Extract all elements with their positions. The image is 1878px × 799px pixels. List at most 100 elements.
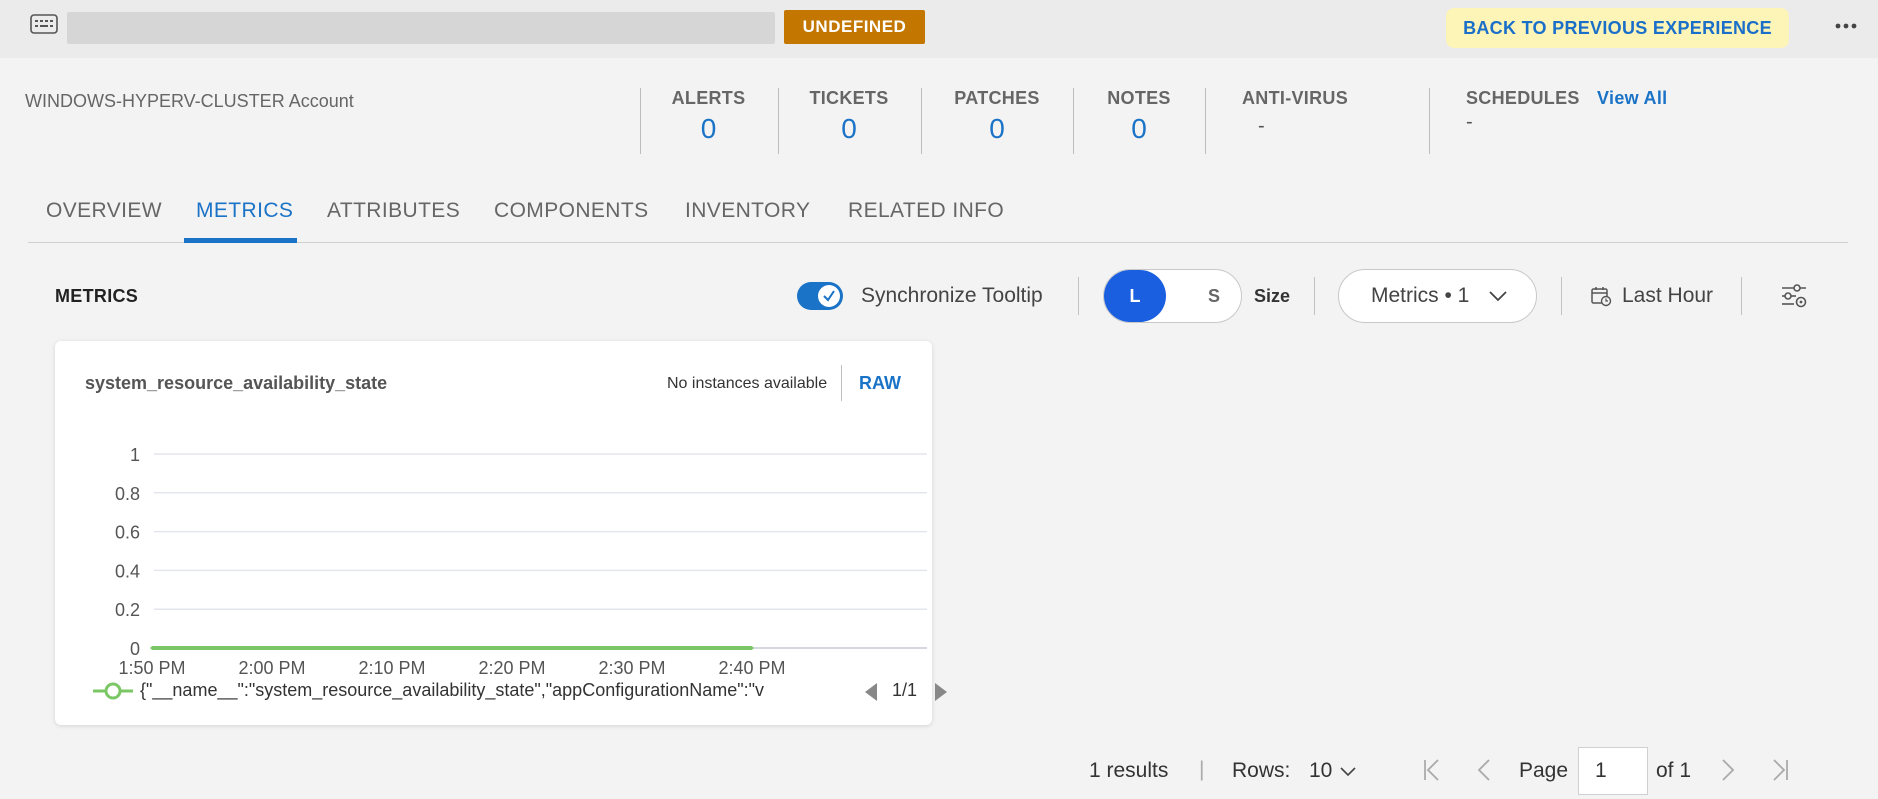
previous-page-icon[interactable] xyxy=(1474,757,1494,783)
legend-next-icon[interactable] xyxy=(933,682,949,702)
rows-per-page-value: 10 xyxy=(1309,759,1333,782)
legend-prev-icon[interactable] xyxy=(863,682,879,702)
synchronize-tooltip-label: Synchronize Tooltip xyxy=(861,284,1043,307)
synchronize-tooltip-toggle[interactable] xyxy=(797,282,843,310)
x-tick-label: 2:20 PM xyxy=(478,658,545,678)
metric-card-title: system_resource_availability_state xyxy=(85,373,388,393)
toolbar-divider xyxy=(1741,277,1742,315)
device-name-placeholder xyxy=(67,12,775,44)
active-tab-indicator xyxy=(184,238,297,243)
page-label: Page xyxy=(1519,759,1569,782)
keyboard-device-icon xyxy=(30,14,58,34)
x-tick-label: 2:00 PM xyxy=(238,658,305,678)
stat-divider xyxy=(921,88,922,154)
legend-page-indicator: 1/1 xyxy=(892,680,918,700)
stat-tickets-label: TICKETS xyxy=(809,88,889,108)
stat-divider xyxy=(1205,88,1206,154)
size-label: Size xyxy=(1254,286,1291,306)
series-point xyxy=(390,646,394,650)
stat-schedules-value: - xyxy=(1466,111,1473,133)
y-tick-label: 0.4 xyxy=(115,561,140,581)
stat-divider xyxy=(640,88,641,154)
tab-metrics[interactable]: METRICS xyxy=(196,199,293,237)
time-range-selector[interactable]: Last Hour xyxy=(1590,284,1713,308)
y-tick-label: 0.2 xyxy=(115,600,140,620)
y-tick-label: 1 xyxy=(130,445,140,465)
chart-legend: {"__name__":"system_resource_availabilit… xyxy=(93,676,947,706)
x-tick-label: 2:10 PM xyxy=(358,658,425,678)
back-to-previous-experience-button[interactable]: BACK TO PREVIOUS EXPERIENCE xyxy=(1446,8,1789,48)
stat-schedules-label: SCHEDULES xyxy=(1466,88,1580,108)
time-range-value: Last Hour xyxy=(1622,284,1714,307)
next-page-icon[interactable] xyxy=(1718,757,1738,783)
stat-tickets[interactable]: TICKETS 0 xyxy=(800,88,898,145)
card-divider xyxy=(841,365,842,401)
series-point xyxy=(750,646,754,650)
stat-patches-value: 0 xyxy=(989,113,1005,144)
y-tick-label: 0.6 xyxy=(115,523,140,543)
metrics-section-title: METRICS xyxy=(55,286,139,306)
last-page-icon[interactable] xyxy=(1768,757,1792,783)
metrics-dropdown[interactable]: Metrics • 1 xyxy=(1338,269,1537,323)
x-tick-label: 2:30 PM xyxy=(598,658,665,678)
stat-divider xyxy=(1429,88,1430,154)
stat-tickets-value: 0 xyxy=(841,113,857,144)
toolbar-divider xyxy=(1561,277,1562,315)
tab-bar: OVERVIEW METRICS ATTRIBUTES COMPONENTS I… xyxy=(28,193,1848,243)
status-badge: UNDEFINED xyxy=(784,10,925,44)
tab-related-info[interactable]: RELATED INFO xyxy=(848,199,1004,237)
metric-line-chart: 1 0.8 0.6 0.4 0.2 01:50 PM 2:00 PM 2:10 PM 2:20 … xyxy=(115,445,927,678)
page-total-label: of 1 xyxy=(1656,759,1692,782)
tab-attributes[interactable]: ATTRIBUTES xyxy=(327,199,460,237)
x-tick-label: 1:50 PM xyxy=(118,658,185,678)
toolbar-divider xyxy=(1314,277,1315,315)
stat-antivirus-value: - xyxy=(1258,115,1265,137)
results-count: 1 results xyxy=(1089,759,1169,782)
raw-button[interactable]: RAW xyxy=(859,373,901,394)
metrics-dropdown-value: Metrics • 1 xyxy=(1371,284,1470,307)
tab-overview[interactable]: OVERVIEW xyxy=(46,199,162,237)
stat-divider xyxy=(1073,88,1074,154)
check-icon xyxy=(823,290,835,302)
metric-card: system_resource_availability_state No in… xyxy=(55,341,947,725)
stat-patches[interactable]: PATCHES 0 xyxy=(946,88,1048,145)
size-toggle: L S xyxy=(1103,269,1242,323)
more-options-button[interactable] xyxy=(1828,8,1864,44)
stat-divider xyxy=(778,88,779,154)
stat-schedules: SCHEDULES View All - xyxy=(1466,88,1667,134)
calendar-clock-icon xyxy=(1591,287,1612,307)
y-tick-label: 0 xyxy=(130,639,140,659)
stat-alerts[interactable]: ALERTS 0 xyxy=(660,88,757,145)
stat-patches-label: PATCHES xyxy=(954,88,1040,108)
legend-series-label[interactable]: {"__name__":"system_resource_availabilit… xyxy=(140,680,820,701)
view-all-schedules-link[interactable]: View All xyxy=(1597,88,1667,108)
account-title: WINDOWS-HYPERV-CLUSTER Account xyxy=(25,91,354,111)
instances-note: No instances available xyxy=(667,375,828,392)
page-number-input[interactable] xyxy=(1578,747,1648,795)
pagination-separator: | xyxy=(1199,758,1205,781)
tab-inventory[interactable]: INVENTORY xyxy=(685,199,810,237)
series-point xyxy=(150,646,154,650)
rows-per-page-select[interactable]: 10 xyxy=(1309,759,1358,783)
stat-alerts-value: 0 xyxy=(700,113,717,144)
x-tick-label: 2:40 PM xyxy=(718,658,785,678)
stat-notes[interactable]: NOTES 0 xyxy=(1098,88,1180,145)
stat-notes-label: NOTES xyxy=(1107,88,1171,108)
stat-alerts-label: ALERTS xyxy=(671,88,746,108)
series-point xyxy=(630,646,634,650)
stat-notes-value: 0 xyxy=(1131,113,1147,144)
size-small-button[interactable]: S xyxy=(1192,270,1236,322)
size-large-button[interactable]: L xyxy=(1104,270,1166,322)
tab-components[interactable]: COMPONENTS xyxy=(494,199,649,237)
toolbar-divider xyxy=(1078,277,1079,315)
y-tick-label: 0.8 xyxy=(115,484,140,504)
more-horizontal-icon xyxy=(1835,23,1857,29)
rows-label: Rows: xyxy=(1232,759,1291,782)
series-point xyxy=(270,646,274,650)
stat-antivirus[interactable]: ANTI-VIRUS - xyxy=(1242,88,1348,138)
legend-series-marker-icon xyxy=(93,682,133,700)
filter-settings-icon[interactable] xyxy=(1780,283,1808,309)
stat-antivirus-label: ANTI-VIRUS xyxy=(1242,88,1348,108)
series-point xyxy=(510,646,514,650)
first-page-icon[interactable] xyxy=(1420,757,1444,783)
